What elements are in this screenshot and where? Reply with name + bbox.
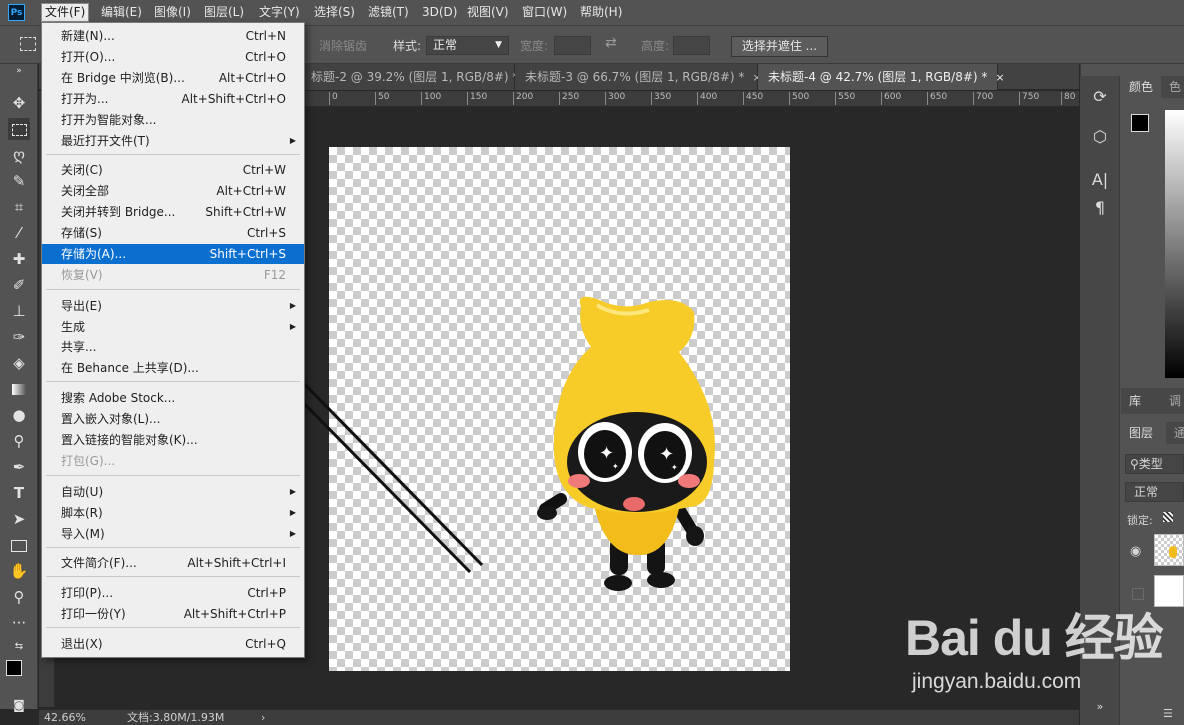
menu-item-search-stock[interactable]: 搜索 Adobe Stock... <box>42 388 304 408</box>
menu-item-place-linked[interactable]: 置入链接的智能对象(K)... <box>42 430 304 450</box>
filter-kind-label: 类型 <box>1138 457 1163 471</box>
menu-item-revert: 恢复(V) F12 <box>61 268 286 282</box>
file-menu-dropdown: 新建(N)... Ctrl+N 打开(O)... Ctrl+O 在 Bridge 中… <box>41 22 305 658</box>
tab-swatches[interactable]: 色 <box>1161 76 1184 98</box>
menu-item-file-info[interactable]: 文件简介(F)... Alt+Shift+Ctrl+I <box>42 553 304 573</box>
menu-item-import[interactable]: 导入(M) ▶ <box>42 524 304 544</box>
menu-item-place-embedded[interactable]: 置入嵌入对象(L)... <box>42 409 304 429</box>
menu-item-package: 打包(G)... <box>61 454 116 468</box>
menu-separator <box>46 576 300 577</box>
watermark-logo: Bai du 经验 <box>905 610 1164 666</box>
menu-item-close-goto-bridge[interactable]: 关闭并转到 Bridge... Shift+Ctrl+W <box>42 202 304 222</box>
menu-item-browse-bridge[interactable]: 在 Bridge 中浏览(B)... Alt+Ctrl+O <box>42 68 304 88</box>
panel-foreground-swatch[interactable] <box>1131 114 1149 132</box>
layers-panel: 图层 通 ⚲类型 正常 锁定: ◉ ☰ <box>1121 420 1184 725</box>
submenu-arrow-icon: ▶ <box>289 136 296 145</box>
menu-item-close-all[interactable]: 关闭全部 Alt+Ctrl+W <box>42 181 304 201</box>
menu-item-exit[interactable]: 退出(X) Ctrl+Q <box>42 634 304 654</box>
tab-color[interactable]: 颜色 <box>1121 76 1161 98</box>
blend-mode-select[interactable]: 正常 <box>1125 482 1184 502</box>
menu-separator <box>46 381 300 382</box>
watermark-url: jingyan.baidu.com <box>912 670 1082 693</box>
menu-item-open[interactable]: 打开(O)... Ctrl+O <box>42 47 304 67</box>
expand-icon[interactable]: » <box>1089 696 1111 718</box>
zoom-level[interactable]: 42.66% <box>44 711 86 725</box>
lock-label: 锁定: <box>1127 514 1153 527</box>
tab-adjustments[interactable]: 调 <box>1161 390 1184 412</box>
menu-separator <box>46 154 300 155</box>
menu-separator <box>46 627 300 628</box>
layer-filter[interactable]: ⚲类型 <box>1125 454 1184 474</box>
menu-item-open-smart-object[interactable]: 打开为智能对象... <box>42 110 304 130</box>
menu-item-generate[interactable]: 生成 ▶ <box>42 317 304 337</box>
menu-item-share-behance[interactable]: 在 Behance 上共享(D)... <box>42 358 304 378</box>
submenu-arrow-icon: ▶ <box>289 322 296 331</box>
submenu-arrow-icon: ▶ <box>289 301 296 310</box>
menu-item-print-one[interactable]: 打印一份(Y) Alt+Shift+Ctrl+P <box>42 604 304 624</box>
history-panel-icon[interactable]: ⟳ <box>1089 86 1111 108</box>
submenu-arrow-icon: ▶ <box>289 529 296 538</box>
status-bar: 42.66% 文档:3.80M/1.93M › <box>39 709 1079 725</box>
menu-item-close[interactable]: 关闭(C) Ctrl+W <box>42 160 304 180</box>
status-menu-arrow[interactable]: › <box>261 711 265 725</box>
panel-menu-icon[interactable]: ☰ <box>1163 707 1173 720</box>
menu-separator <box>46 547 300 548</box>
layer-thumbnail-mascot <box>1169 546 1177 558</box>
submenu-arrow-icon: ▶ <box>289 508 296 517</box>
color-panel: 颜色 色 <box>1121 76 1184 380</box>
menu-item-automate[interactable]: 自动(U) ▶ <box>42 482 304 502</box>
library-tabs: 库 调 <box>1121 388 1184 414</box>
tab-channels[interactable]: 通 <box>1166 422 1184 444</box>
layer-thumbnail[interactable] <box>1154 534 1184 566</box>
lock-transparency-icon[interactable] <box>1163 512 1173 522</box>
document-info: 文档:3.80M/1.93M <box>127 711 225 724</box>
menu-item-print[interactable]: 打印(P)... Ctrl+P <box>42 583 304 603</box>
eye-icon[interactable]: ◉ <box>1130 544 1141 559</box>
tab-libraries[interactable]: 库 <box>1121 390 1149 412</box>
menu-item-share[interactable]: 共享... <box>42 337 304 357</box>
search-icon: ⚲ <box>1130 457 1139 471</box>
menu-separator <box>46 289 300 290</box>
menu-item-export[interactable]: 导出(E) ▶ <box>42 296 304 316</box>
paragraph-panel-icon[interactable]: ¶ <box>1089 197 1111 219</box>
menu-item-new[interactable]: 新建(N)... Ctrl+N <box>42 26 304 46</box>
character-panel-icon[interactable]: A| <box>1089 169 1111 191</box>
submenu-arrow-icon: ▶ <box>289 487 296 496</box>
menu-item-open-as[interactable]: 打开为... Alt+Shift+Ctrl+O <box>42 89 304 109</box>
menu-item-save[interactable]: 存储(S) Ctrl+S <box>42 223 304 243</box>
menu-item-save-as[interactable]: 存储为(A)... Shift+Ctrl+S <box>42 244 304 264</box>
color-field[interactable] <box>1165 110 1184 378</box>
menu-item-recent[interactable]: 最近打开文件(T) ▶ <box>42 131 304 151</box>
3d-panel-icon[interactable]: ⬡ <box>1089 126 1111 148</box>
menu-separator <box>46 475 300 476</box>
tab-layers[interactable]: 图层 <box>1121 422 1161 444</box>
menu-item-scripts[interactable]: 脚本(R) ▶ <box>42 503 304 523</box>
